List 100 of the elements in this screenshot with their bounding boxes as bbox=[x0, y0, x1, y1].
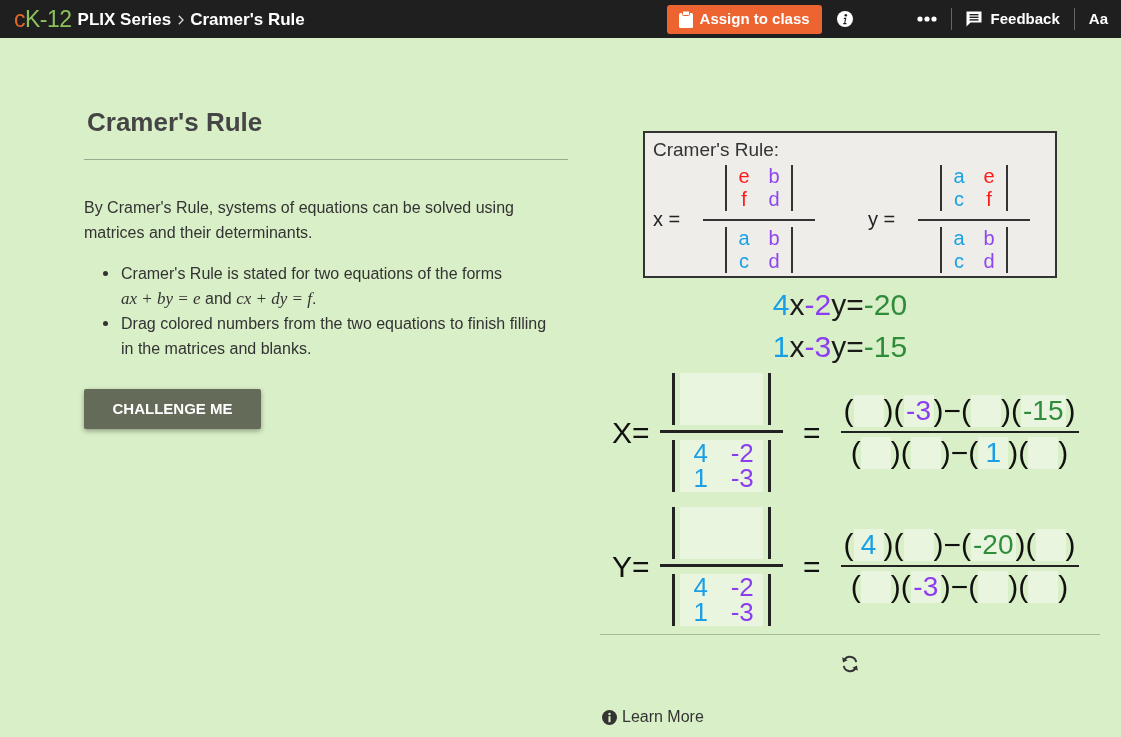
answer-box[interactable] bbox=[978, 571, 1009, 603]
bullet-icon bbox=[103, 321, 108, 326]
answer-box[interactable] bbox=[1028, 571, 1059, 603]
expression-text: )( bbox=[1015, 528, 1036, 562]
variable-label: Y= bbox=[612, 548, 651, 585]
assign-button[interactable]: Assign to class bbox=[666, 4, 822, 34]
matrix-entry[interactable]: 4 bbox=[680, 440, 722, 466]
answer-box[interactable] bbox=[1035, 529, 1066, 561]
matrix-drop-field[interactable]: 4 -2 1 -3 bbox=[680, 573, 763, 626]
expression-text: )−( bbox=[940, 570, 979, 604]
intro-text: By Cramer's Rule, systems of equations can be solved using matrices and their determinants. bbox=[84, 198, 515, 243]
number-token[interactable]: 4 bbox=[772, 284, 790, 326]
equation-text: y= bbox=[831, 287, 864, 323]
matrix-entry: a bbox=[952, 227, 966, 250]
bullet-icon bbox=[103, 271, 108, 276]
expression-text: )−( bbox=[933, 528, 972, 562]
expression-text: )( bbox=[890, 570, 911, 604]
matrix-drop-field[interactable]: 4 -2 1 -3 bbox=[680, 439, 763, 492]
answer-box[interactable] bbox=[903, 529, 934, 561]
matrix-entry[interactable]: -2 bbox=[721, 440, 763, 466]
matrix-entry: a bbox=[952, 165, 966, 188]
expression-text: )( bbox=[883, 394, 904, 428]
expression-text: )( bbox=[1008, 570, 1029, 604]
number-token[interactable]: -3 bbox=[804, 326, 832, 368]
text-size-button[interactable]: Aa bbox=[1088, 7, 1108, 31]
answer-box[interactable] bbox=[860, 571, 891, 603]
answer-box[interactable]: -3 bbox=[903, 395, 934, 427]
answer-box[interactable] bbox=[971, 395, 1002, 427]
answer-box[interactable] bbox=[910, 437, 941, 469]
expression-text: )( bbox=[890, 436, 911, 470]
answer-box[interactable]: -15 bbox=[1021, 395, 1066, 427]
matrix-entry[interactable]: -3 bbox=[721, 465, 763, 491]
refresh-icon[interactable] bbox=[841, 655, 859, 673]
expression-text: ) bbox=[1058, 436, 1069, 470]
answer-box[interactable]: 4 bbox=[853, 529, 884, 561]
expression-text: ) bbox=[1058, 570, 1069, 604]
chevron-icon bbox=[178, 15, 185, 25]
equation-text: x bbox=[789, 287, 805, 323]
clipboard-icon bbox=[678, 10, 693, 28]
formula-label: x = bbox=[653, 207, 682, 232]
info-icon[interactable] bbox=[836, 11, 853, 27]
matrix-entry: e bbox=[982, 165, 996, 188]
learn-more-link[interactable]: Learn More bbox=[602, 705, 704, 729]
matrix-entry: f bbox=[985, 188, 993, 211]
equals-sign: = bbox=[803, 548, 821, 585]
matrix-entry[interactable]: 1 bbox=[680, 599, 722, 625]
breadcrumb-link[interactable]: PLIX Series bbox=[77, 10, 172, 28]
matrix-entry: d bbox=[767, 188, 781, 211]
expression-text: )−( bbox=[940, 436, 979, 470]
formula-label: y = bbox=[868, 207, 897, 232]
chat-icon bbox=[965, 11, 982, 27]
matrix-entry: a bbox=[737, 227, 751, 250]
expression-text: ) bbox=[1065, 394, 1076, 428]
matrix-drop-field[interactable] bbox=[680, 372, 763, 425]
equation-text: y= bbox=[831, 329, 864, 365]
matrix-drop-field[interactable] bbox=[680, 506, 763, 559]
answer-box[interactable] bbox=[860, 437, 891, 469]
matrix-entry: d bbox=[982, 250, 996, 273]
matrix-entry: b bbox=[767, 165, 781, 188]
logo[interactable]: cK-12 bbox=[14, 7, 72, 31]
matrix-entry[interactable]: 1 bbox=[680, 465, 722, 491]
matrix-entry: e bbox=[737, 165, 751, 188]
matrix-entry: b bbox=[982, 227, 996, 250]
answer-box[interactable] bbox=[853, 395, 884, 427]
matrix-entry[interactable]: -3 bbox=[721, 599, 763, 625]
matrix-entry: c bbox=[738, 250, 750, 273]
number-token[interactable]: -2 bbox=[804, 284, 832, 326]
answer-box[interactable]: -3 bbox=[910, 571, 941, 603]
page-title: Cramer's Rule bbox=[190, 10, 305, 28]
expression-text: )( bbox=[1008, 436, 1029, 470]
expression-text: ( bbox=[850, 436, 861, 470]
number-token[interactable]: 1 bbox=[772, 326, 790, 368]
number-token[interactable]: -15 bbox=[863, 326, 908, 368]
matrix-entry: c bbox=[953, 250, 965, 273]
expression-text: )−( bbox=[933, 394, 972, 428]
more-icon[interactable] bbox=[916, 16, 937, 22]
lesson-title: Cramer's Rule bbox=[87, 106, 264, 138]
feedback-button[interactable]: Feedback bbox=[965, 7, 1060, 31]
answer-box[interactable] bbox=[1028, 437, 1059, 469]
expression-text: ( bbox=[843, 394, 854, 428]
matrix-entry: f bbox=[740, 188, 748, 211]
number-token[interactable]: -20 bbox=[863, 284, 908, 326]
matrix-entry: d bbox=[767, 250, 781, 273]
answer-box[interactable]: -20 bbox=[971, 529, 1016, 561]
rule-card-title: Cramer's Rule: bbox=[653, 138, 781, 162]
expression-text: ( bbox=[850, 570, 861, 604]
matrix-entry: c bbox=[953, 188, 965, 211]
expression-text: ) bbox=[1065, 528, 1076, 562]
equation-text: x bbox=[789, 329, 805, 365]
expression-text: ( bbox=[843, 528, 854, 562]
matrix-entry[interactable]: 4 bbox=[680, 574, 722, 600]
expression-text: )( bbox=[1001, 394, 1022, 428]
info-icon bbox=[602, 709, 617, 725]
variable-label: X= bbox=[612, 414, 651, 451]
matrix-entry: b bbox=[767, 227, 781, 250]
bullet-text: Cramer's Rule is stated for two equations of the forms ax + by = e and cx + dy = f. bbox=[121, 264, 503, 310]
answer-box[interactable]: 1 bbox=[978, 437, 1009, 469]
expression-text: )( bbox=[883, 528, 904, 562]
challenge-button[interactable]: CHALLENGE ME bbox=[84, 389, 261, 429]
matrix-entry[interactable]: -2 bbox=[721, 574, 763, 600]
